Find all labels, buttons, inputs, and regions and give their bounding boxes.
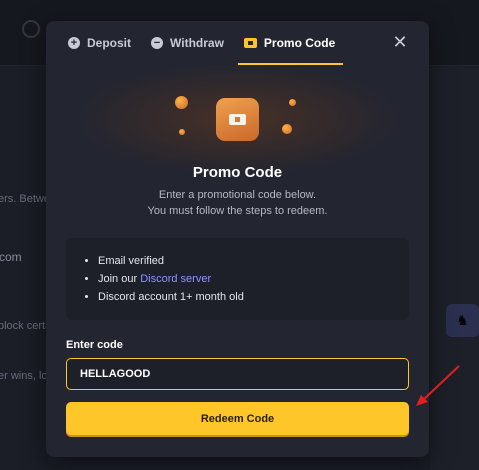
requirements-list: Email verified Join our Discord server D… [98,252,409,306]
requirements-box: Email verified Join our Discord server D… [66,238,409,320]
ticket-icon [229,114,246,125]
requirement-discord-age: Discord account 1+ month old [98,288,409,306]
close-icon: ✕ [392,32,408,52]
redeem-code-button[interactable]: Redeem Code [66,402,409,435]
background-text: com [0,250,22,264]
tab-withdraw-label: Withdraw [170,36,224,50]
avatar-icon: ♞ [456,312,469,328]
modal-tabs: + Deposit − Withdraw Promo Code ✕ [46,21,429,65]
background-avatar-chip[interactable]: ♞ [446,304,479,337]
ticket-icon [243,38,257,48]
background-logo [22,20,40,38]
requirement-email: Email verified [98,252,409,270]
minus-circle-icon: − [151,37,164,49]
discord-server-link[interactable]: Discord server [140,273,211,285]
tab-deposit[interactable]: + Deposit [68,21,131,65]
promo-ticket-badge [216,98,259,141]
requirement-discord-join: Join our Discord server [98,270,409,288]
tab-deposit-label: Deposit [87,36,132,50]
coin-icon [282,124,292,134]
promo-code-input[interactable] [66,358,409,390]
background-text: block certa [0,320,52,332]
plus-circle-icon: + [68,37,80,49]
modal-subtitle: You must follow the steps to redeem. [147,205,328,217]
coin-icon [289,99,296,106]
tab-withdraw[interactable]: − Withdraw [151,21,224,65]
tab-promo-code-label: Promo Code [263,36,336,50]
background-side-panel [430,68,479,470]
promo-code-modal: + Deposit − Withdraw Promo Code ✕ Promo … [46,21,429,457]
code-label: Enter code [66,339,123,351]
coin-icon [179,129,185,135]
close-button[interactable]: ✕ [391,33,409,51]
coin-icon [175,96,188,109]
modal-title: Promo Code [192,164,283,181]
modal-subtitle: Enter a promotional code below. [158,189,317,201]
tab-promo-code[interactable]: Promo Code [237,21,344,65]
